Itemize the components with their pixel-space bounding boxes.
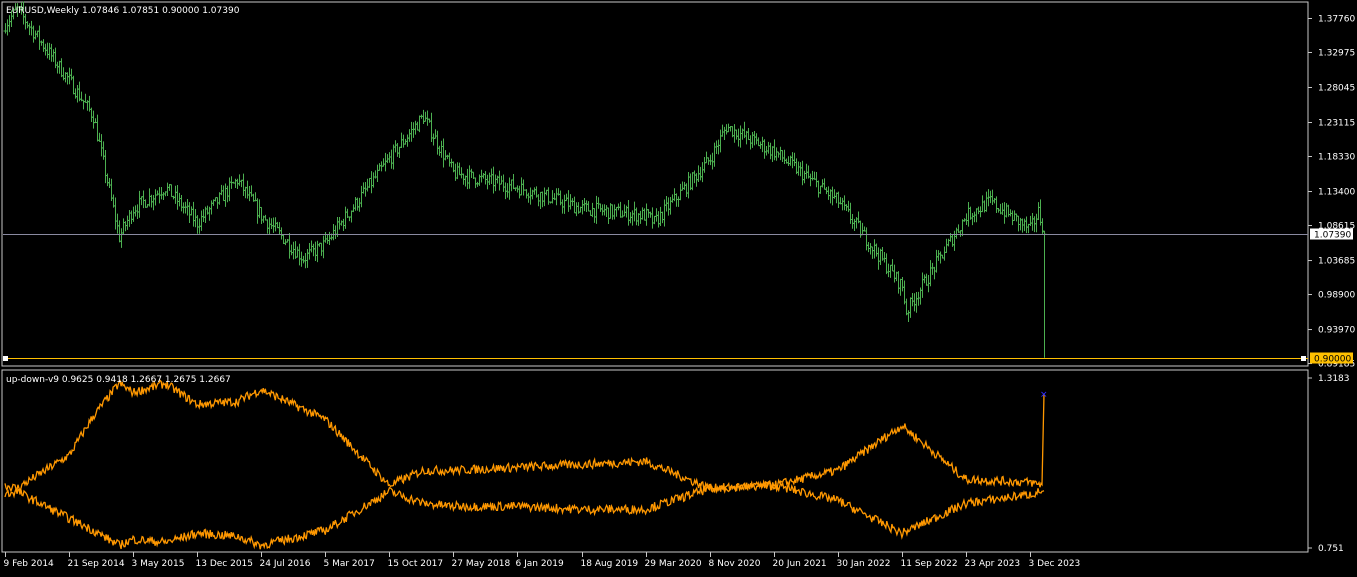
level-price-label-text: 0.90000: [1314, 355, 1351, 365]
price-tick-label: 1.13400: [1318, 188, 1355, 198]
time-tick-label: 15 Oct 2017: [388, 559, 444, 569]
time-tick-label: 13 Dec 2015: [196, 559, 254, 569]
current-price-label: 1.07390: [1310, 228, 1353, 241]
time-tick-label: 5 Mar 2017: [324, 559, 375, 569]
time-tick-label: 29 Mar 2020: [645, 559, 702, 569]
price-tick-label: 1.32975: [1318, 48, 1355, 58]
chart-background: [0, 0, 1357, 573]
time-tick-label: 8 Nov 2020: [709, 559, 761, 569]
trading-chart-window[interactable]: 1.37760 1.32975 1.28045 1.23115 1.18330 1.134…: [0, 0, 1357, 573]
level-line-right-handle[interactable]: [1301, 356, 1306, 361]
time-tick-label: 21 Sep 2014: [68, 559, 125, 569]
time-tick-label: 20 Jun 2021: [773, 559, 827, 569]
chart-title: EURUSD,Weekly 1.07846 1.07851 0.90000 1.…: [6, 6, 240, 16]
time-tick-label: 30 Jan 2022: [837, 559, 891, 569]
price-tick-label: 1.37760: [1318, 14, 1355, 24]
level-price-label: 0.90000: [1310, 352, 1353, 365]
price-tick-label: 1.18330: [1318, 153, 1355, 163]
level-line-left-handle[interactable]: [3, 356, 8, 361]
time-tick-label: 23 Apr 2023: [965, 559, 1021, 569]
time-tick-label: 11 Sep 2022: [901, 559, 958, 569]
time-tick-label: 3 Dec 2023: [1029, 559, 1081, 569]
indicator-title: up-down-v9 0.9625 0.9418 1.2667 1.2675 1…: [6, 375, 231, 385]
time-tick-label: 18 Aug 2019: [581, 559, 639, 569]
time-tick-label: 3 May 2015: [132, 559, 185, 569]
price-tick-label: 1.28045: [1318, 84, 1355, 94]
price-tick-label: 0.93970: [1318, 326, 1355, 336]
indicator-tick-label: 1.3183: [1318, 374, 1350, 384]
price-tick-label: 0.98900: [1318, 291, 1355, 301]
indicator-x-marker-icon: ✕: [1040, 391, 1048, 401]
time-tick-label: 6 Jan 2019: [516, 559, 564, 569]
time-tick-label: 27 May 2018: [452, 559, 511, 569]
time-tick-label: 24 Jul 2016: [260, 559, 311, 569]
price-tick-label: 1.23115: [1318, 119, 1355, 129]
indicator-tick-label: 0.751: [1318, 544, 1344, 554]
price-tick-label: 1.03685: [1318, 257, 1355, 267]
current-price-label-text: 1.07390: [1314, 231, 1351, 241]
chart-canvas[interactable]: 1.37760 1.32975 1.28045 1.23115 1.18330 1.134…: [0, 0, 1357, 573]
time-tick-label: 9 Feb 2014: [4, 559, 55, 569]
